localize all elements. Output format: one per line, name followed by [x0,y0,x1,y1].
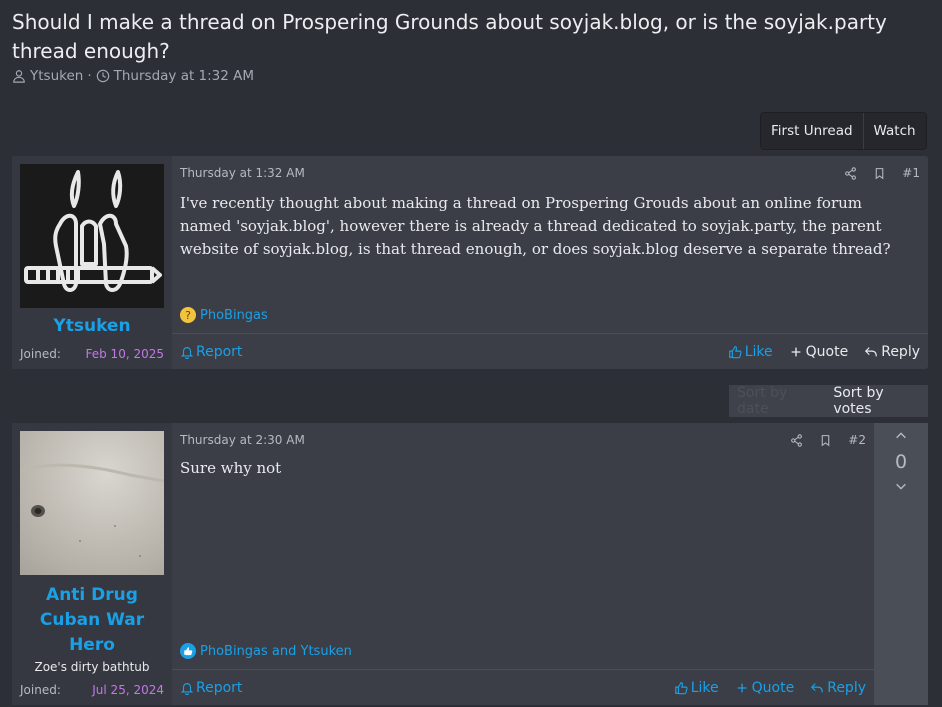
reply-icon [865,346,878,356]
upvote-chevron-icon[interactable] [894,429,908,443]
post-date[interactable]: Thursday at 2:30 AM [180,433,305,447]
first-unread-button[interactable]: First Unread [761,113,863,149]
joined-info: Joined: Jul 25, 2024 [20,683,164,697]
quote-button[interactable]: Quote [789,343,849,360]
vote-score: 0 [894,451,908,473]
post-actions: Like Quote Reply [674,680,866,696]
like-label: Like [690,679,719,696]
quote-button[interactable]: Quote [735,679,795,696]
vote-column: 0 [874,423,928,705]
username[interactable]: Ytsuken [20,314,164,339]
reply-icon [811,682,824,692]
sort-by-votes-button[interactable]: Sort by votes [827,385,928,417]
post-footer: Report Like Quote Reply [172,669,874,705]
clock-icon [96,69,109,83]
thread-actions: First Unread Watch [760,112,927,150]
like-label: Like [744,343,773,360]
reactions-users[interactable]: PhoBingas [200,308,268,323]
bell-icon [180,682,194,695]
reply-button[interactable]: Reply [810,680,866,696]
post-footer: Report Like Quote Reply [172,333,928,369]
post-1: Ytsuken Joined: Feb 10, 2025 Thursday at… [12,156,928,369]
reactions-summary[interactable]: PhoBingas and Ytsuken [180,643,352,659]
post-body: Thursday at 2:30 AM #2 Sure why not PhoB… [172,423,874,705]
user-title: Zoe's dirty bathtub [34,660,150,674]
username[interactable]: Anti Drug Cuban War Hero [20,583,164,658]
thread-title: Should I make a thread on Prospering Gro… [12,10,887,63]
like-button[interactable]: Like [674,680,719,696]
watch-button[interactable]: Watch [862,113,926,149]
like-button[interactable]: Like [728,344,773,360]
thread-meta: Ytsuken · Thursday at 1:32 AM [12,68,254,84]
thumbs-up-icon [184,647,193,656]
report-button[interactable]: Report [180,680,242,696]
post-header: Thursday at 1:32 AM #1 [180,166,920,180]
joined-info: Joined: Feb 10, 2025 [20,347,164,361]
avatar[interactable] [20,431,164,575]
post-user-column: Anti Drug Cuban War Hero Zoe's dirty bat… [12,423,172,705]
user-icon [13,70,25,83]
post-text: Sure why not [180,459,282,477]
reactions-summary[interactable]: ? PhoBingas [180,307,268,323]
reply-label: Reply [827,679,866,696]
post-tools: #2 [790,433,866,447]
post-tools: #1 [844,166,920,180]
sort-bar: Sort by date Sort by votes [729,385,928,417]
plus-icon [737,683,747,692]
post-date[interactable]: Thursday at 1:32 AM [180,166,305,180]
post-number[interactable]: #1 [902,166,920,180]
plus-icon [791,347,801,356]
post-actions: Like Quote Reply [728,344,920,360]
report-label: Report [196,679,243,696]
bookmark-icon[interactable] [819,434,832,447]
joined-date: Feb 10, 2025 [85,347,165,361]
report-button[interactable]: Report [180,344,242,360]
joined-date: Jul 25, 2024 [92,683,164,697]
joined-label: Joined: [20,347,61,361]
post-header: Thursday at 2:30 AM #2 [180,433,866,447]
post-2: Anti Drug Cuban War Hero Zoe's dirty bat… [12,423,928,705]
bookmark-icon[interactable] [873,167,886,180]
like-reaction-icon [180,643,196,659]
quote-label: Quote [805,343,849,360]
thread-author[interactable]: Ytsuken [30,68,83,84]
meta-separator: · [87,68,92,84]
post-text: I've recently thought about making a thr… [180,194,891,258]
thumbs-up-icon [728,345,742,358]
post-number[interactable]: #2 [848,433,866,447]
thumbs-up-icon [674,681,688,694]
reactions-users[interactable]: PhoBingas and Ytsuken [200,644,352,659]
quote-label: Quote [751,679,795,696]
sort-by-date-button[interactable]: Sort by date [729,385,827,417]
reply-label: Reply [881,343,920,360]
post-user-column: Ytsuken Joined: Feb 10, 2025 [12,156,172,369]
thinking-reaction-icon: ? [180,307,196,323]
share-icon[interactable] [790,433,803,447]
avatar[interactable] [20,164,164,308]
thread-date[interactable]: Thursday at 1:32 AM [114,68,254,84]
joined-label: Joined: [20,683,61,697]
share-icon[interactable] [844,166,857,180]
downvote-chevron-icon[interactable] [894,479,908,493]
report-label: Report [196,343,243,360]
reply-button[interactable]: Reply [864,344,920,360]
bell-icon [180,346,194,359]
post-body: Thursday at 1:32 AM #1 I've recently tho… [172,156,928,369]
